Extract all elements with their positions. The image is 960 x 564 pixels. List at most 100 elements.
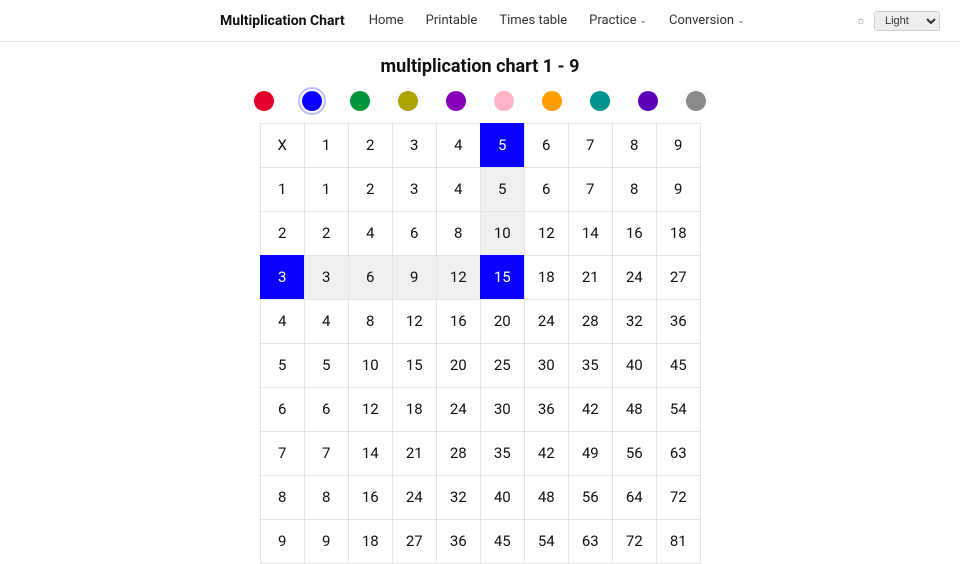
grid-cell-r3-c4[interactable]: 12 xyxy=(436,255,481,300)
grid-cell-r7-c9[interactable]: 63 xyxy=(656,431,701,476)
grid-col-header-6[interactable]: 6 xyxy=(524,123,569,168)
grid-col-header-8[interactable]: 8 xyxy=(612,123,657,168)
grid-cell-r4-c5[interactable]: 20 xyxy=(480,299,525,344)
grid-cell-r3-c7[interactable]: 21 xyxy=(568,255,613,300)
grid-cell-r5-c1[interactable]: 5 xyxy=(304,343,349,388)
grid-cell-r1-c2[interactable]: 2 xyxy=(348,167,393,212)
grid-cell-r7-c1[interactable]: 7 xyxy=(304,431,349,476)
grid-cell-r2-c3[interactable]: 6 xyxy=(392,211,437,256)
grid-cell-r8-c3[interactable]: 24 xyxy=(392,475,437,520)
grid-cell-r4-c1[interactable]: 4 xyxy=(304,299,349,344)
color-swatch-5[interactable] xyxy=(494,91,514,111)
grid-col-header-3[interactable]: 3 xyxy=(392,123,437,168)
grid-cell-r3-c8[interactable]: 24 xyxy=(612,255,657,300)
grid-cell-r9-c2[interactable]: 18 xyxy=(348,519,393,564)
grid-cell-r6-c5[interactable]: 30 xyxy=(480,387,525,432)
color-swatch-4[interactable] xyxy=(446,91,466,111)
grid-cell-r8-c7[interactable]: 56 xyxy=(568,475,613,520)
grid-cell-r7-c5[interactable]: 35 xyxy=(480,431,525,476)
grid-cell-r8-c4[interactable]: 32 xyxy=(436,475,481,520)
grid-col-header-1[interactable]: 1 xyxy=(304,123,349,168)
grid-col-header-5[interactable]: 5 xyxy=(480,123,525,168)
grid-cell-r9-c8[interactable]: 72 xyxy=(612,519,657,564)
grid-row-header-7[interactable]: 7 xyxy=(260,431,305,476)
color-swatch-3[interactable] xyxy=(398,91,418,111)
color-swatch-8[interactable] xyxy=(638,91,658,111)
grid-cell-r7-c8[interactable]: 56 xyxy=(612,431,657,476)
grid-row-header-3[interactable]: 3 xyxy=(260,255,305,300)
grid-cell-r4-c7[interactable]: 28 xyxy=(568,299,613,344)
grid-cell-r3-c5[interactable]: 15 xyxy=(480,255,525,300)
grid-cell-r3-c6[interactable]: 18 xyxy=(524,255,569,300)
grid-cell-r5-c9[interactable]: 45 xyxy=(656,343,701,388)
grid-cell-r7-c3[interactable]: 21 xyxy=(392,431,437,476)
grid-cell-r9-c3[interactable]: 27 xyxy=(392,519,437,564)
nav-item-printable[interactable]: Printable xyxy=(426,13,478,28)
grid-cell-r3-c2[interactable]: 6 xyxy=(348,255,393,300)
grid-cell-r6-c8[interactable]: 48 xyxy=(612,387,657,432)
grid-row-header-1[interactable]: 1 xyxy=(260,167,305,212)
grid-col-header-7[interactable]: 7 xyxy=(568,123,613,168)
grid-col-header-9[interactable]: 9 xyxy=(656,123,701,168)
grid-cell-r1-c3[interactable]: 3 xyxy=(392,167,437,212)
grid-corner[interactable]: X xyxy=(260,123,305,168)
grid-cell-r4-c8[interactable]: 32 xyxy=(612,299,657,344)
grid-row-header-2[interactable]: 2 xyxy=(260,211,305,256)
color-swatch-0[interactable] xyxy=(254,91,274,111)
grid-cell-r6-c2[interactable]: 12 xyxy=(348,387,393,432)
grid-cell-r2-c9[interactable]: 18 xyxy=(656,211,701,256)
grid-cell-r5-c7[interactable]: 35 xyxy=(568,343,613,388)
grid-cell-r6-c7[interactable]: 42 xyxy=(568,387,613,432)
grid-cell-r2-c4[interactable]: 8 xyxy=(436,211,481,256)
nav-item-conversion[interactable]: Conversion⌄ xyxy=(669,13,745,28)
grid-cell-r7-c6[interactable]: 42 xyxy=(524,431,569,476)
grid-cell-r2-c2[interactable]: 4 xyxy=(348,211,393,256)
grid-cell-r9-c1[interactable]: 9 xyxy=(304,519,349,564)
grid-cell-r8-c9[interactable]: 72 xyxy=(656,475,701,520)
grid-cell-r2-c7[interactable]: 14 xyxy=(568,211,613,256)
grid-cell-r6-c3[interactable]: 18 xyxy=(392,387,437,432)
grid-cell-r6-c9[interactable]: 54 xyxy=(656,387,701,432)
grid-cell-r7-c2[interactable]: 14 xyxy=(348,431,393,476)
grid-cell-r5-c2[interactable]: 10 xyxy=(348,343,393,388)
nav-item-home[interactable]: Home xyxy=(369,13,404,28)
grid-cell-r8-c2[interactable]: 16 xyxy=(348,475,393,520)
grid-row-header-8[interactable]: 8 xyxy=(260,475,305,520)
grid-col-header-2[interactable]: 2 xyxy=(348,123,393,168)
grid-cell-r1-c1[interactable]: 1 xyxy=(304,167,349,212)
grid-cell-r5-c5[interactable]: 25 xyxy=(480,343,525,388)
grid-row-header-6[interactable]: 6 xyxy=(260,387,305,432)
brand-title[interactable]: Multiplication Chart xyxy=(220,13,345,29)
grid-cell-r1-c9[interactable]: 9 xyxy=(656,167,701,212)
grid-cell-r1-c4[interactable]: 4 xyxy=(436,167,481,212)
grid-cell-r6-c6[interactable]: 36 xyxy=(524,387,569,432)
nav-item-practice[interactable]: Practice⌄ xyxy=(589,13,647,28)
grid-cell-r8-c5[interactable]: 40 xyxy=(480,475,525,520)
grid-cell-r1-c6[interactable]: 6 xyxy=(524,167,569,212)
grid-cell-r4-c4[interactable]: 16 xyxy=(436,299,481,344)
grid-cell-r2-c8[interactable]: 16 xyxy=(612,211,657,256)
grid-cell-r1-c8[interactable]: 8 xyxy=(612,167,657,212)
grid-cell-r1-c5[interactable]: 5 xyxy=(480,167,525,212)
grid-cell-r4-c3[interactable]: 12 xyxy=(392,299,437,344)
grid-cell-r4-c9[interactable]: 36 xyxy=(656,299,701,344)
grid-cell-r8-c6[interactable]: 48 xyxy=(524,475,569,520)
color-swatch-9[interactable] xyxy=(686,91,706,111)
grid-cell-r9-c7[interactable]: 63 xyxy=(568,519,613,564)
grid-cell-r8-c1[interactable]: 8 xyxy=(304,475,349,520)
color-swatch-7[interactable] xyxy=(590,91,610,111)
grid-cell-r3-c1[interactable]: 3 xyxy=(304,255,349,300)
grid-col-header-4[interactable]: 4 xyxy=(436,123,481,168)
grid-cell-r8-c8[interactable]: 64 xyxy=(612,475,657,520)
color-swatch-2[interactable] xyxy=(350,91,370,111)
grid-cell-r6-c1[interactable]: 6 xyxy=(304,387,349,432)
grid-cell-r2-c6[interactable]: 12 xyxy=(524,211,569,256)
grid-cell-r5-c4[interactable]: 20 xyxy=(436,343,481,388)
grid-cell-r9-c4[interactable]: 36 xyxy=(436,519,481,564)
grid-cell-r2-c1[interactable]: 2 xyxy=(304,211,349,256)
grid-cell-r2-c5[interactable]: 10 xyxy=(480,211,525,256)
grid-cell-r5-c6[interactable]: 30 xyxy=(524,343,569,388)
grid-cell-r5-c8[interactable]: 40 xyxy=(612,343,657,388)
grid-cell-r9-c9[interactable]: 81 xyxy=(656,519,701,564)
nav-item-times-table[interactable]: Times table xyxy=(499,13,567,28)
